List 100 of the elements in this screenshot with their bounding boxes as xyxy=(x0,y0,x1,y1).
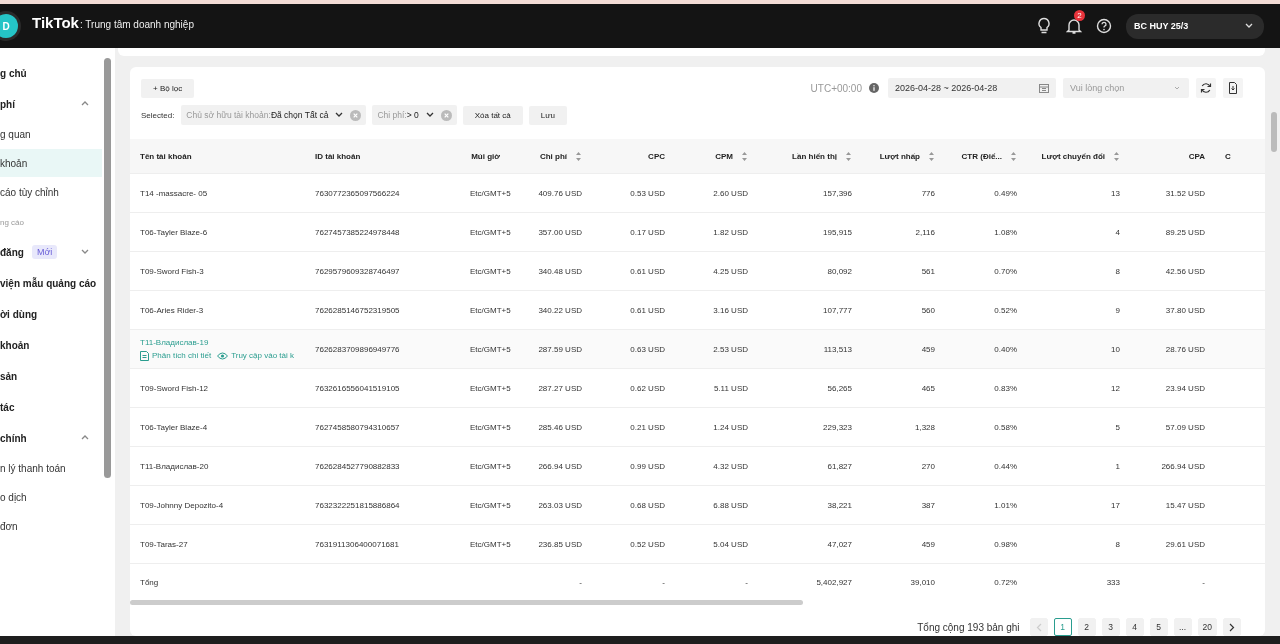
table-cell: 0.99 USD xyxy=(630,461,665,471)
table-cell: 7626285146752319505 xyxy=(315,305,400,315)
refresh-button[interactable] xyxy=(1196,78,1216,98)
table-cell: 38,221 xyxy=(827,500,852,510)
sort-icon[interactable] xyxy=(741,150,748,162)
sort-icon[interactable] xyxy=(1113,150,1120,162)
help-icon[interactable] xyxy=(1096,18,1112,34)
total-cell: 333 xyxy=(1106,577,1120,587)
table-cell: 157,396 xyxy=(823,188,852,198)
lightbulb-icon[interactable] xyxy=(1036,17,1052,35)
table-cell: 229,323 xyxy=(823,422,852,432)
sort-icon[interactable] xyxy=(575,150,582,162)
table-cell-text: T06-Aries Rider-3 xyxy=(140,305,205,315)
column-header[interactable]: Lần hiển thị xyxy=(792,151,837,161)
table-cell: 3.16 USD xyxy=(713,305,748,315)
total-label: Tổng xyxy=(140,577,159,587)
column-header[interactable]: CTR (Điể... xyxy=(961,151,1002,161)
table-cell: 0.49% xyxy=(994,188,1017,198)
sidebar-group[interactable]: tác xyxy=(0,392,104,422)
sidebar-group[interactable]: ời dùng xyxy=(0,299,104,329)
filter-button[interactable]: + Bộ lọc xyxy=(141,78,195,98)
table-cell: 42.56 USD xyxy=(1165,266,1205,276)
page-button[interactable]: 2 xyxy=(1077,618,1096,636)
sort-icon[interactable] xyxy=(928,150,935,162)
column-header[interactable]: Lượt chuyển đổi xyxy=(1041,151,1105,161)
refresh-icon xyxy=(1200,82,1212,94)
page-button[interactable]: ... xyxy=(1173,618,1192,636)
table-cell: 266.94 USD xyxy=(538,461,582,471)
sidebar-item[interactable]: o dịch xyxy=(0,483,102,511)
page-button[interactable]: 1 xyxy=(1053,618,1072,636)
sidebar-item[interactable]: cáo tùy chỉnh xyxy=(0,178,102,206)
table-cell: 0.63 USD xyxy=(630,344,665,354)
chevron-left-icon xyxy=(1035,622,1042,632)
clear-icon[interactable] xyxy=(350,109,362,121)
table-cell: 13 xyxy=(1111,188,1120,198)
table-cell: 0.62 USD xyxy=(630,383,665,393)
table-cell: 23.94 USD xyxy=(1165,383,1205,393)
page-button[interactable]: 3 xyxy=(1101,618,1120,636)
table-cell: 17 xyxy=(1111,500,1120,510)
account-dropdown[interactable]: BC HUY 25/3 xyxy=(1126,13,1264,39)
sidebar-item[interactable]: đơn xyxy=(0,512,102,540)
info-icon[interactable] xyxy=(869,83,879,93)
sidebar-group[interactable]: chính xyxy=(0,423,104,453)
column-header: CPA xyxy=(1188,151,1205,161)
column-header[interactable]: Chi phí xyxy=(539,151,567,161)
total-cell: - xyxy=(579,577,582,587)
column-header[interactable]: Lượt nhấp xyxy=(879,151,920,161)
page-button[interactable]: 5 xyxy=(1149,618,1168,636)
table-cell: 5 xyxy=(1115,422,1120,432)
calendar-icon xyxy=(1039,83,1049,93)
table-cell: 1.24 USD xyxy=(713,422,748,432)
table-cell: 285.46 USD xyxy=(538,422,582,432)
app-subtitle: : Trung tâm doanh nghiệp xyxy=(79,19,194,30)
chevron-right-icon xyxy=(1229,622,1235,632)
date-range-field[interactable]: 2026-04-28 ~ 2026-04-28 xyxy=(888,78,1056,98)
table-cell: 10 xyxy=(1111,344,1120,354)
table-cell: Etc/GMT+5 xyxy=(470,383,511,393)
table-cell: 409.76 USD xyxy=(538,188,582,198)
sidebar-group[interactable]: phí xyxy=(0,89,104,119)
table-cell: Etc/GMT+5 xyxy=(470,500,511,510)
sidebar-item[interactable]: g quan xyxy=(0,120,102,148)
sidebar-group[interactable]: g chủ xyxy=(0,58,104,88)
table-cell: 459 xyxy=(921,539,935,549)
table-cell: 287.59 USD xyxy=(538,344,582,354)
clear-icon[interactable] xyxy=(440,109,452,121)
timezone-label: UTC+00:00 xyxy=(810,82,862,94)
filter-chip[interactable]: Chi phí:> 0 xyxy=(372,105,457,125)
table-cell: Etc/GMT+5 xyxy=(470,422,511,432)
table-cell-text: T14 -massacre- 05 xyxy=(140,188,209,198)
table-cell: 561 xyxy=(921,266,935,276)
sort-icon[interactable] xyxy=(845,150,852,162)
sidebar-group[interactable]: viện mẫu quảng cáo xyxy=(0,268,104,298)
table-cell: 459 xyxy=(921,344,935,354)
save-button[interactable]: Lưu xyxy=(528,105,568,125)
sidebar-group[interactable]: đăng Mới xyxy=(0,237,104,267)
table-cell: 1.82 USD xyxy=(713,227,748,237)
sort-icon[interactable] xyxy=(1010,150,1017,162)
notification-icon[interactable] xyxy=(1066,17,1082,35)
table-cell: 0.21 USD xyxy=(630,422,665,432)
sidebar-group[interactable]: khoản xyxy=(0,330,104,360)
table-cell: 8 xyxy=(1115,539,1120,549)
column-header[interactable]: CPM xyxy=(715,151,733,161)
new-badge: Mới xyxy=(31,245,58,259)
table-cell: Etc/GMT+5 xyxy=(470,266,511,276)
table-cell: 12 xyxy=(1111,383,1120,393)
filter-chip[interactable]: Chủ sở hữu tài khoản:Đã chọn Tất cả xyxy=(181,105,367,125)
table-cell: 6.88 USD xyxy=(713,500,748,510)
table-cell: 47,027 xyxy=(827,539,852,549)
page-button[interactable]: 20 xyxy=(1197,618,1217,636)
sidebar-group[interactable]: sản xyxy=(0,361,104,391)
table-cell: 7632322251815886864 xyxy=(315,500,400,510)
table-cell: 61,827 xyxy=(827,461,852,471)
next-page-button[interactable] xyxy=(1223,618,1241,636)
document-icon xyxy=(1227,82,1239,94)
export-button[interactable] xyxy=(1223,78,1243,98)
table-cell: 2.60 USD xyxy=(713,188,748,198)
sidebar-item[interactable]: n lý thanh toán xyxy=(0,454,102,482)
sidebar-item[interactable]: khoản xyxy=(0,149,102,177)
clear-all-button[interactable]: Xóa tất cả xyxy=(462,105,523,125)
page-button[interactable]: 4 xyxy=(1125,618,1144,636)
